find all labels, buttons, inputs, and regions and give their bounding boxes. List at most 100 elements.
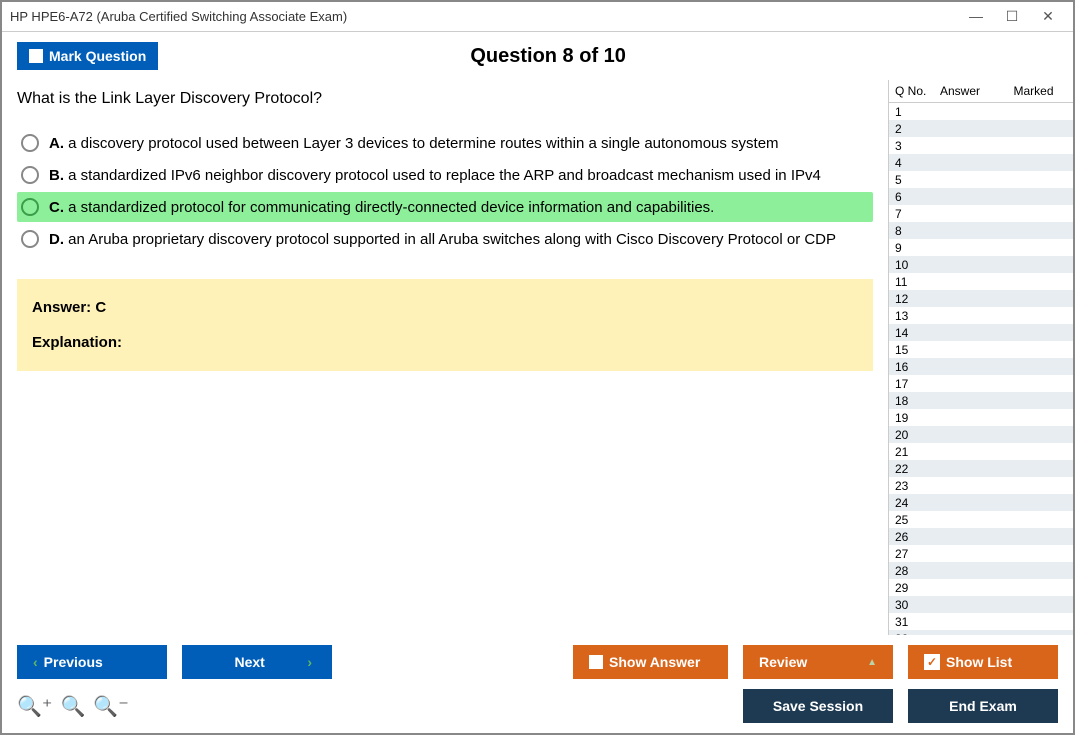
answer-label: Answer: C — [32, 299, 858, 316]
question-list-row[interactable]: 2 — [889, 120, 1073, 137]
question-list-row[interactable]: 7 — [889, 205, 1073, 222]
titlebar: HP HPE6-A72 (Aruba Certified Switching A… — [2, 2, 1073, 32]
option-text: D. an Aruba proprietary discovery protoc… — [49, 231, 836, 248]
close-button[interactable]: ✕ — [1039, 8, 1057, 25]
question-list-row[interactable]: 6 — [889, 188, 1073, 205]
end-exam-button[interactable]: End Exam — [908, 689, 1058, 723]
question-list-row[interactable]: 14 — [889, 324, 1073, 341]
qno-cell: 20 — [889, 428, 934, 442]
question-list-row[interactable]: 24 — [889, 494, 1073, 511]
question-list-row[interactable]: 4 — [889, 154, 1073, 171]
option-text: B. a standardized IPv6 neighbor discover… — [49, 167, 821, 184]
show-list-button[interactable]: ✓ Show List — [908, 645, 1058, 679]
question-list-row[interactable]: 32 — [889, 630, 1073, 635]
question-counter: Question 8 of 10 — [158, 45, 1058, 68]
question-list-row[interactable]: 31 — [889, 613, 1073, 630]
explanation-label: Explanation: — [32, 334, 858, 351]
mark-question-label: Mark Question — [49, 48, 146, 64]
question-list-row[interactable]: 29 — [889, 579, 1073, 596]
qno-cell: 14 — [889, 326, 934, 340]
question-list-row[interactable]: 11 — [889, 273, 1073, 290]
question-list-row[interactable]: 22 — [889, 460, 1073, 477]
question-list-row[interactable]: 15 — [889, 341, 1073, 358]
answer-box: Answer: C Explanation: — [17, 279, 873, 371]
question-list-row[interactable]: 3 — [889, 137, 1073, 154]
radio-icon — [21, 166, 39, 184]
chevron-right-icon: › — [307, 654, 312, 670]
question-list-row[interactable]: 12 — [889, 290, 1073, 307]
question-list-row[interactable]: 28 — [889, 562, 1073, 579]
qno-cell: 12 — [889, 292, 934, 306]
option-text: A. a discovery protocol used between Lay… — [49, 135, 779, 152]
qno-cell: 26 — [889, 530, 934, 544]
zoom-in-icon[interactable]: 🔍⁺ — [17, 694, 52, 719]
question-list-row[interactable]: 16 — [889, 358, 1073, 375]
checked-box-icon: ✓ — [924, 654, 940, 670]
qno-cell: 9 — [889, 241, 934, 255]
options-list: A. a discovery protocol used between Lay… — [17, 128, 873, 254]
question-list-row[interactable]: 8 — [889, 222, 1073, 239]
dropdown-arrow-icon: ▲ — [867, 657, 877, 668]
qno-cell: 28 — [889, 564, 934, 578]
show-answer-button[interactable]: Show Answer — [573, 645, 728, 679]
question-list-row[interactable]: 9 — [889, 239, 1073, 256]
question-list-row[interactable]: 1 — [889, 103, 1073, 120]
qno-cell: 22 — [889, 462, 934, 476]
footer: ‹ Previous Next › Show Answer Review ▲ ✓… — [2, 635, 1073, 733]
zoom-controls: 🔍⁺ 🔍 🔍⁻ — [17, 694, 129, 719]
question-list-header: Q No. Answer Marked — [889, 80, 1073, 103]
checkbox-icon — [29, 49, 43, 63]
chevron-left-icon: ‹ — [33, 654, 38, 670]
option-row-b[interactable]: B. a standardized IPv6 neighbor discover… — [17, 160, 873, 190]
qno-cell: 25 — [889, 513, 934, 527]
show-list-label: Show List — [946, 654, 1012, 670]
exam-window: HP HPE6-A72 (Aruba Certified Switching A… — [0, 0, 1075, 735]
qno-cell: 8 — [889, 224, 934, 238]
question-list-row[interactable]: 5 — [889, 171, 1073, 188]
question-list-row[interactable]: 30 — [889, 596, 1073, 613]
question-area: What is the Link Layer Discovery Protoco… — [2, 80, 888, 635]
question-list-row[interactable]: 19 — [889, 409, 1073, 426]
question-list-row[interactable]: 26 — [889, 528, 1073, 545]
qno-cell: 13 — [889, 309, 934, 323]
question-list-row[interactable]: 27 — [889, 545, 1073, 562]
previous-button[interactable]: ‹ Previous — [17, 645, 167, 679]
qno-cell: 15 — [889, 343, 934, 357]
zoom-out-icon[interactable]: 🔍⁻ — [93, 694, 128, 719]
question-list-row[interactable]: 21 — [889, 443, 1073, 460]
window-title: HP HPE6-A72 (Aruba Certified Switching A… — [10, 9, 967, 24]
qno-cell: 10 — [889, 258, 934, 272]
question-list-row[interactable]: 20 — [889, 426, 1073, 443]
option-row-c[interactable]: C. a standardized protocol for communica… — [17, 192, 873, 222]
question-list-row[interactable]: 18 — [889, 392, 1073, 409]
qno-cell: 17 — [889, 377, 934, 391]
qno-cell: 21 — [889, 445, 934, 459]
zoom-reset-icon[interactable]: 🔍 — [60, 694, 85, 719]
qno-cell: 11 — [889, 275, 934, 289]
question-list-row[interactable]: 10 — [889, 256, 1073, 273]
col-marked-header: Marked — [994, 80, 1073, 102]
mark-question-button[interactable]: Mark Question — [17, 42, 158, 70]
footer-row-2: 🔍⁺ 🔍 🔍⁻ Save Session End Exam — [17, 689, 1058, 723]
question-list[interactable]: 1234567891011121314151617181920212223242… — [889, 103, 1073, 635]
qno-cell: 32 — [889, 632, 934, 636]
qno-cell: 16 — [889, 360, 934, 374]
main-area: What is the Link Layer Discovery Protoco… — [2, 80, 1073, 635]
minimize-button[interactable]: — — [967, 8, 985, 25]
option-row-d[interactable]: D. an Aruba proprietary discovery protoc… — [17, 224, 873, 254]
question-list-row[interactable]: 13 — [889, 307, 1073, 324]
question-list-row[interactable]: 25 — [889, 511, 1073, 528]
question-list-row[interactable]: 23 — [889, 477, 1073, 494]
review-button[interactable]: Review ▲ — [743, 645, 893, 679]
qno-cell: 18 — [889, 394, 934, 408]
col-qno-header: Q No. — [889, 80, 934, 102]
maximize-button[interactable]: ☐ — [1003, 8, 1021, 25]
option-row-a[interactable]: A. a discovery protocol used between Lay… — [17, 128, 873, 158]
question-list-row[interactable]: 17 — [889, 375, 1073, 392]
option-text: C. a standardized protocol for communica… — [49, 199, 714, 216]
next-button[interactable]: Next › — [182, 645, 332, 679]
save-session-button[interactable]: Save Session — [743, 689, 893, 723]
qno-cell: 3 — [889, 139, 934, 153]
footer-row-1: ‹ Previous Next › Show Answer Review ▲ ✓… — [17, 645, 1058, 679]
save-session-label: Save Session — [773, 698, 863, 714]
